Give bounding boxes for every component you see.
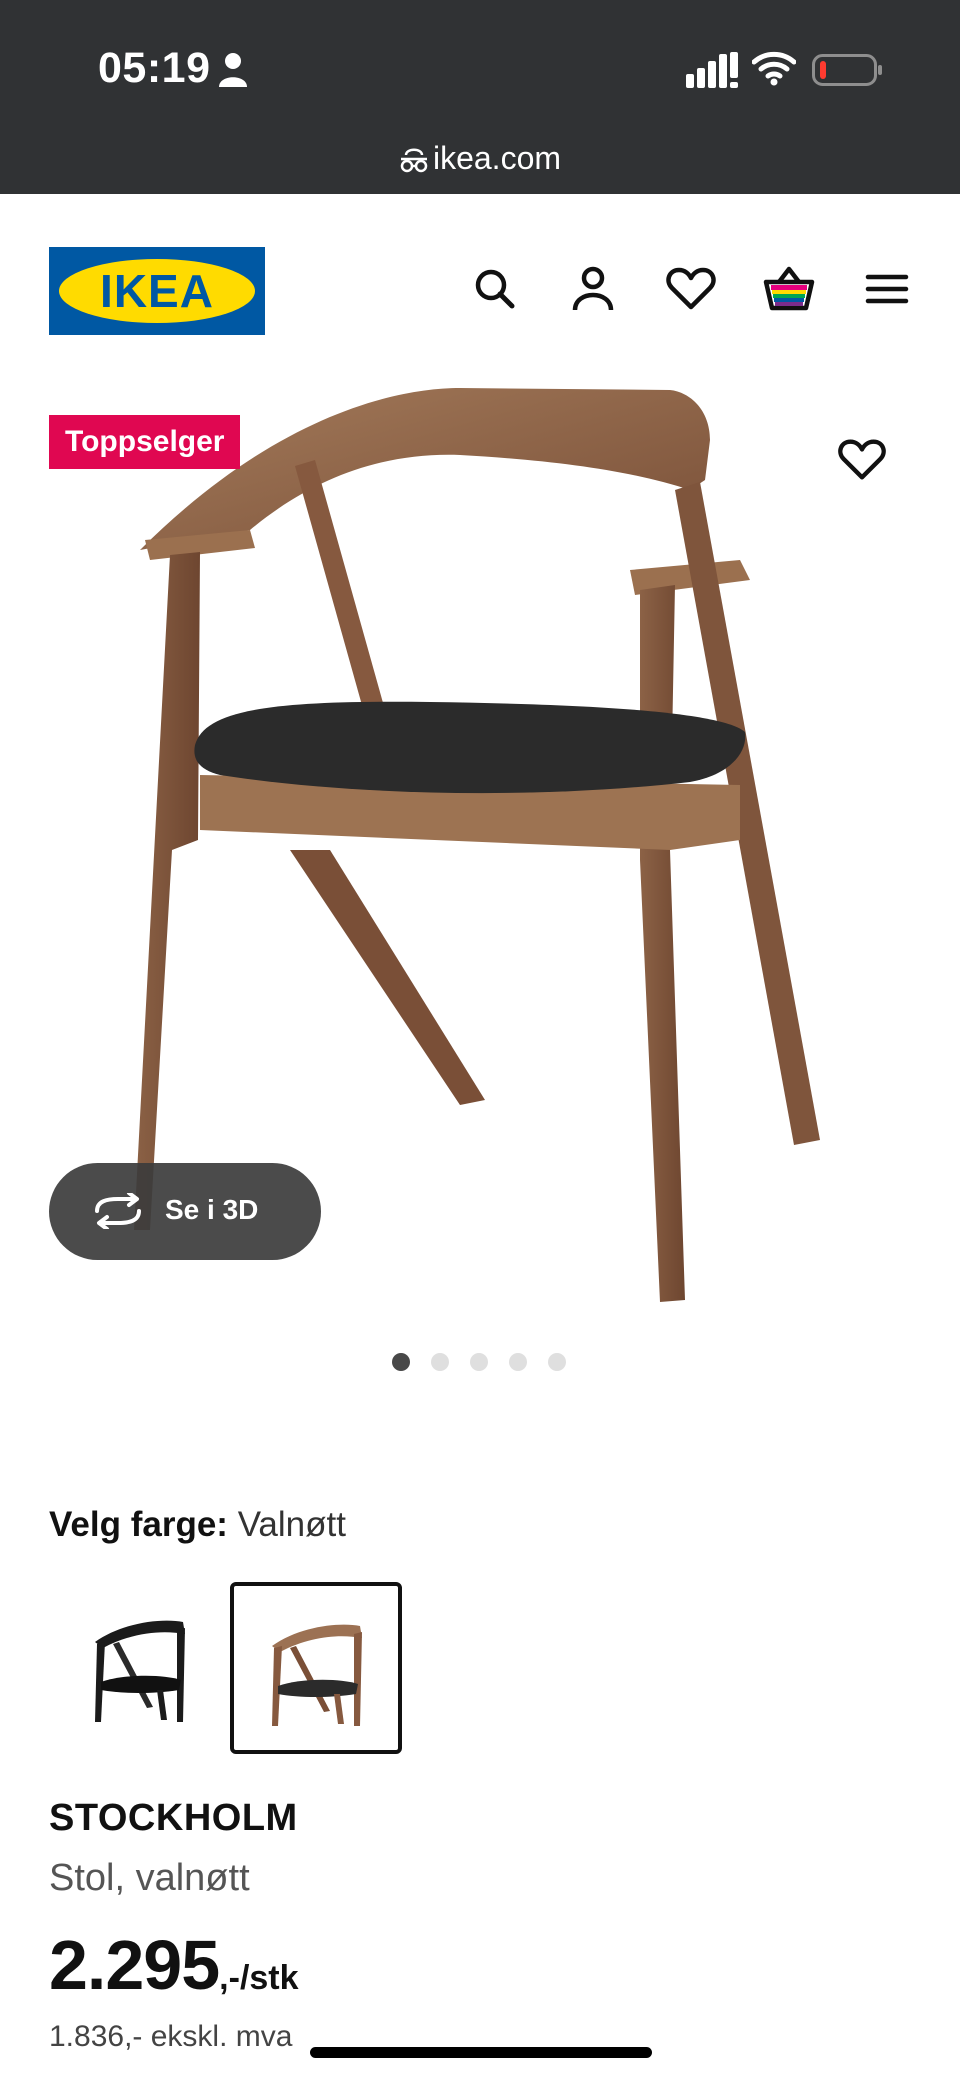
carousel-dot[interactable] xyxy=(470,1353,488,1371)
carousel-dot[interactable] xyxy=(431,1353,449,1371)
add-to-favorites-icon[interactable] xyxy=(836,434,888,486)
person-icon xyxy=(219,53,247,87)
privacy-icon xyxy=(400,148,428,173)
account-icon[interactable] xyxy=(566,262,620,316)
carousel-dot[interactable] xyxy=(509,1353,527,1371)
battery-icon xyxy=(812,54,882,86)
view-in-3d-label: Se i 3D xyxy=(165,1194,259,1225)
home-indicator[interactable] xyxy=(310,2047,652,2058)
wifi-icon xyxy=(752,51,796,86)
carousel-dot[interactable] xyxy=(548,1353,566,1371)
status-time: 05:19 xyxy=(98,44,211,92)
color-option-black[interactable] xyxy=(53,1582,217,1746)
url-text: ikea.com xyxy=(432,140,562,176)
signal-icon xyxy=(686,52,738,88)
browser-top-bar: 05:19 ikea.com xyxy=(0,0,960,194)
color-value: Valnøtt xyxy=(237,1505,346,1544)
menu-icon[interactable] xyxy=(860,262,914,316)
cart-icon[interactable] xyxy=(762,262,816,316)
color-label: Velg farge: xyxy=(49,1505,228,1544)
color-selector-label: Velg farge: Valnøtt xyxy=(49,1505,346,1545)
product-name[interactable]: STOCKHOLM xyxy=(49,1797,298,1840)
price-suffix: ,-/stk xyxy=(219,1959,299,1997)
logo-text: IKEA xyxy=(100,265,214,317)
walnut-chair-thumbnail xyxy=(272,1624,362,1726)
view-in-3d-button[interactable]: Se i 3D xyxy=(49,1163,321,1260)
price-ex-vat: 1.836,- ekskl. mva xyxy=(49,2020,293,2053)
carousel-dot-active[interactable] xyxy=(392,1353,410,1371)
search-icon[interactable] xyxy=(468,262,522,316)
price-main: 2.295 xyxy=(49,1926,220,2004)
color-option-walnut[interactable] xyxy=(230,1582,402,1754)
product-description: Stol, valnøtt xyxy=(49,1857,250,1899)
product-price: 2.295,-/stk xyxy=(49,1925,299,2005)
rotate-3d-icon xyxy=(95,1193,141,1229)
favorites-icon[interactable] xyxy=(664,262,718,316)
address-bar[interactable]: ikea.com xyxy=(0,140,960,177)
top-seller-badge: Toppselger xyxy=(49,415,241,469)
ikea-logo[interactable]: IKEA xyxy=(49,247,265,335)
